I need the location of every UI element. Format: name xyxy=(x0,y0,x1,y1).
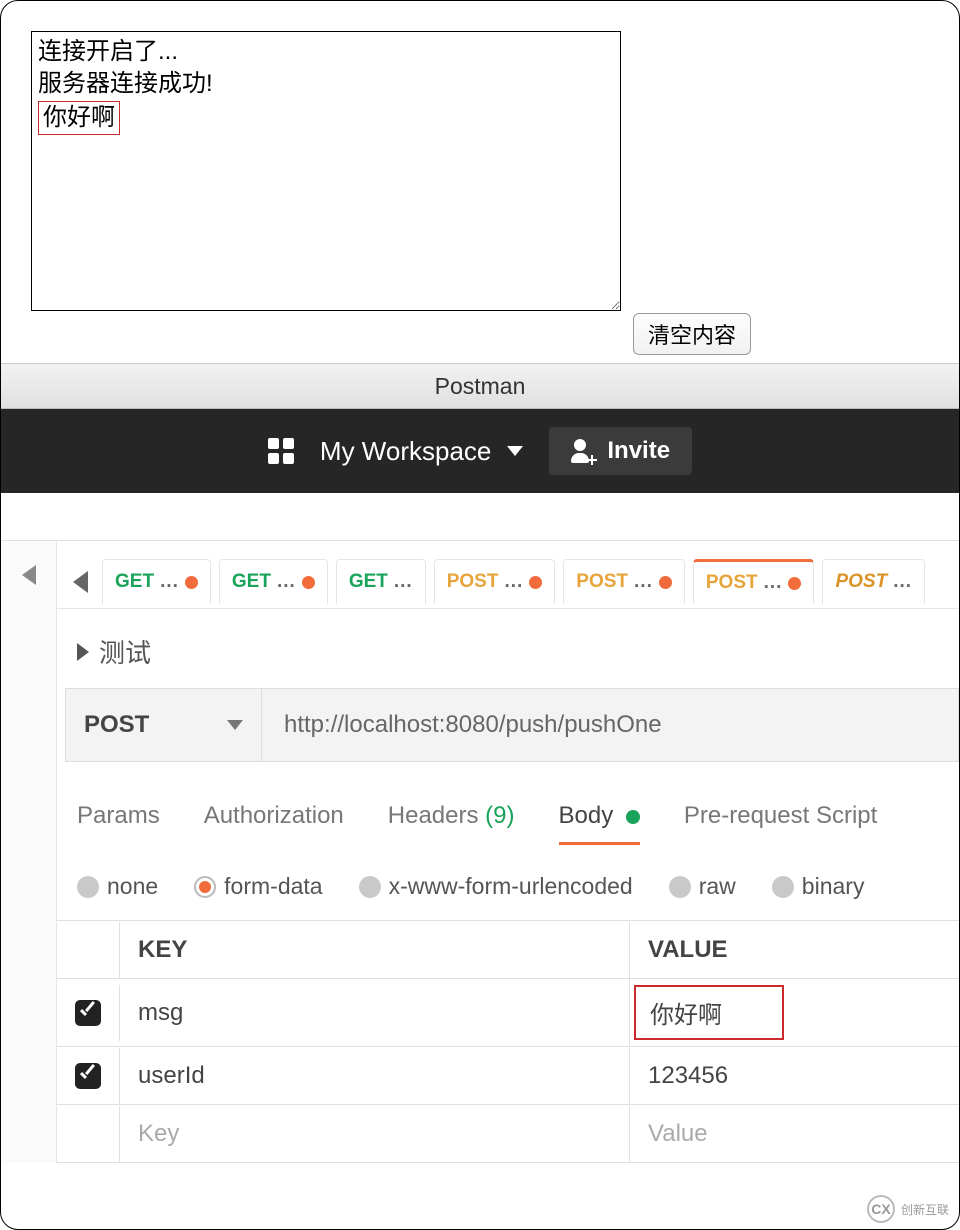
watermark: CX 创新互联 xyxy=(867,1195,949,1223)
output-line: 服务器连接成功! xyxy=(38,68,614,100)
key-input-placeholder[interactable]: Key xyxy=(119,1106,629,1162)
output-line: 连接开启了... xyxy=(38,36,614,68)
highlighted-value: 你好啊 xyxy=(634,985,784,1040)
tab-ellipsis: ... xyxy=(160,571,179,593)
radio-checked-icon xyxy=(194,876,216,898)
output-textarea[interactable]: 连接开启了...服务器连接成功!你好啊 xyxy=(31,31,621,311)
tab-method-label: GET xyxy=(349,571,388,593)
watermark-logo-icon: CX xyxy=(867,1195,895,1223)
request-tab[interactable]: GET... xyxy=(219,559,328,604)
request-tab[interactable]: GET... xyxy=(102,559,211,604)
request-tab[interactable]: POST... xyxy=(822,559,925,604)
tab-ellipsis: ... xyxy=(764,572,783,594)
tab-ellipsis: ... xyxy=(394,571,413,593)
url-value: http://localhost:8080/push/pushOne xyxy=(284,711,662,739)
subtab-headers-label: Headers xyxy=(388,802,479,829)
invite-label: Invite xyxy=(607,437,670,465)
watermark-text: 创新互联 xyxy=(901,1201,949,1218)
subtab-body[interactable]: Body xyxy=(559,802,640,845)
collapse-sidebar-icon[interactable] xyxy=(22,565,36,585)
app-header: My Workspace Invite xyxy=(1,409,959,493)
value-column-header: VALUE xyxy=(629,922,959,978)
breadcrumb-label: 测试 xyxy=(99,633,151,670)
triangle-right-icon xyxy=(77,643,89,661)
window-title: Postman xyxy=(435,373,526,400)
unsaved-dot-icon xyxy=(302,576,315,589)
unsaved-dot-icon xyxy=(529,576,542,589)
headers-count-badge: (9) xyxy=(485,802,514,829)
request-tabs: GET...GET...GET...POST...POST...POST...P… xyxy=(57,541,959,609)
body-type-raw[interactable]: raw xyxy=(669,873,736,900)
http-method-value: POST xyxy=(84,711,149,739)
tab-method-label: POST xyxy=(706,572,758,594)
request-tab[interactable]: POST... xyxy=(563,559,685,604)
chevron-down-icon xyxy=(507,446,523,456)
unsaved-dot-icon xyxy=(788,577,801,590)
tab-method-label: POST xyxy=(576,571,628,593)
tab-ellipsis: ... xyxy=(634,571,653,593)
clear-button[interactable]: 清空内容 xyxy=(633,313,751,355)
request-tab[interactable]: GET... xyxy=(336,559,426,604)
tab-ellipsis: ... xyxy=(893,571,912,593)
body-type-binary[interactable]: binary xyxy=(772,873,865,900)
radio-icon xyxy=(772,876,794,898)
row-checkbox[interactable] xyxy=(75,1000,101,1026)
body-type-form-data[interactable]: form-data xyxy=(194,873,322,900)
workspace-label: My Workspace xyxy=(320,436,491,467)
window-titlebar: Postman xyxy=(1,363,959,409)
tab-ellipsis: ... xyxy=(277,571,296,593)
tab-method-label: POST xyxy=(835,571,887,593)
highlighted-output: 你好啊 xyxy=(38,101,120,135)
unsaved-dot-icon xyxy=(659,576,672,589)
unsaved-dot-icon xyxy=(185,576,198,589)
key-cell[interactable]: userId xyxy=(119,1048,629,1104)
request-tab[interactable]: POST... xyxy=(434,559,556,604)
invite-button[interactable]: Invite xyxy=(549,427,692,475)
tab-method-label: POST xyxy=(447,571,499,593)
left-rail xyxy=(1,541,57,1163)
tab-method-label: GET xyxy=(232,571,271,593)
subtab-authorization[interactable]: Authorization xyxy=(204,802,344,845)
subtab-headers[interactable]: Headers (9) xyxy=(388,802,515,845)
tab-method-label: GET xyxy=(115,571,154,593)
output-line: 你好啊 xyxy=(38,101,614,135)
row-checkbox[interactable] xyxy=(75,1063,101,1089)
body-active-dot-icon xyxy=(626,810,640,824)
value-input-placeholder[interactable]: Value xyxy=(629,1106,959,1162)
subtab-body-label: Body xyxy=(559,802,614,829)
body-type-xwww[interactable]: x-www-form-urlencoded xyxy=(359,873,633,900)
body-type-radios: none form-data x-www-form-urlencoded raw… xyxy=(57,845,959,914)
table-header-row: KEY VALUE xyxy=(57,921,959,979)
breadcrumb[interactable]: 测试 xyxy=(57,609,959,688)
key-column-header: KEY xyxy=(119,922,629,978)
key-cell[interactable]: msg xyxy=(119,985,629,1041)
workspace-grid-icon[interactable] xyxy=(268,438,294,464)
body-type-none[interactable]: none xyxy=(77,873,158,900)
subtab-prerequest[interactable]: Pre-request Script xyxy=(684,802,877,845)
radio-icon xyxy=(77,876,99,898)
radio-icon xyxy=(669,876,691,898)
table-row: msg你好啊 xyxy=(57,979,959,1047)
value-cell[interactable]: 你好啊 xyxy=(629,979,959,1046)
add-person-icon xyxy=(571,439,595,463)
tabs-scroll-left-icon[interactable] xyxy=(73,571,88,593)
toolbar-strip xyxy=(1,493,959,541)
table-row: userId123456 xyxy=(57,1047,959,1105)
workspace-dropdown[interactable]: My Workspace xyxy=(320,436,523,467)
request-subtabs: Params Authorization Headers (9) Body Pr… xyxy=(57,762,959,845)
value-cell[interactable]: 123456 xyxy=(629,1048,959,1104)
form-data-table: KEY VALUE msg你好啊userId123456 Key Value xyxy=(57,920,959,1163)
tab-ellipsis: ... xyxy=(504,571,523,593)
chevron-down-icon xyxy=(227,720,243,730)
radio-icon xyxy=(359,876,381,898)
table-row-placeholder[interactable]: Key Value xyxy=(57,1105,959,1163)
request-url-bar: POST http://localhost:8080/push/pushOne xyxy=(65,688,959,762)
http-method-select[interactable]: POST xyxy=(66,689,262,761)
url-input[interactable]: http://localhost:8080/push/pushOne xyxy=(262,689,958,761)
request-tab[interactable]: POST... xyxy=(693,559,815,604)
subtab-params[interactable]: Params xyxy=(77,802,160,845)
